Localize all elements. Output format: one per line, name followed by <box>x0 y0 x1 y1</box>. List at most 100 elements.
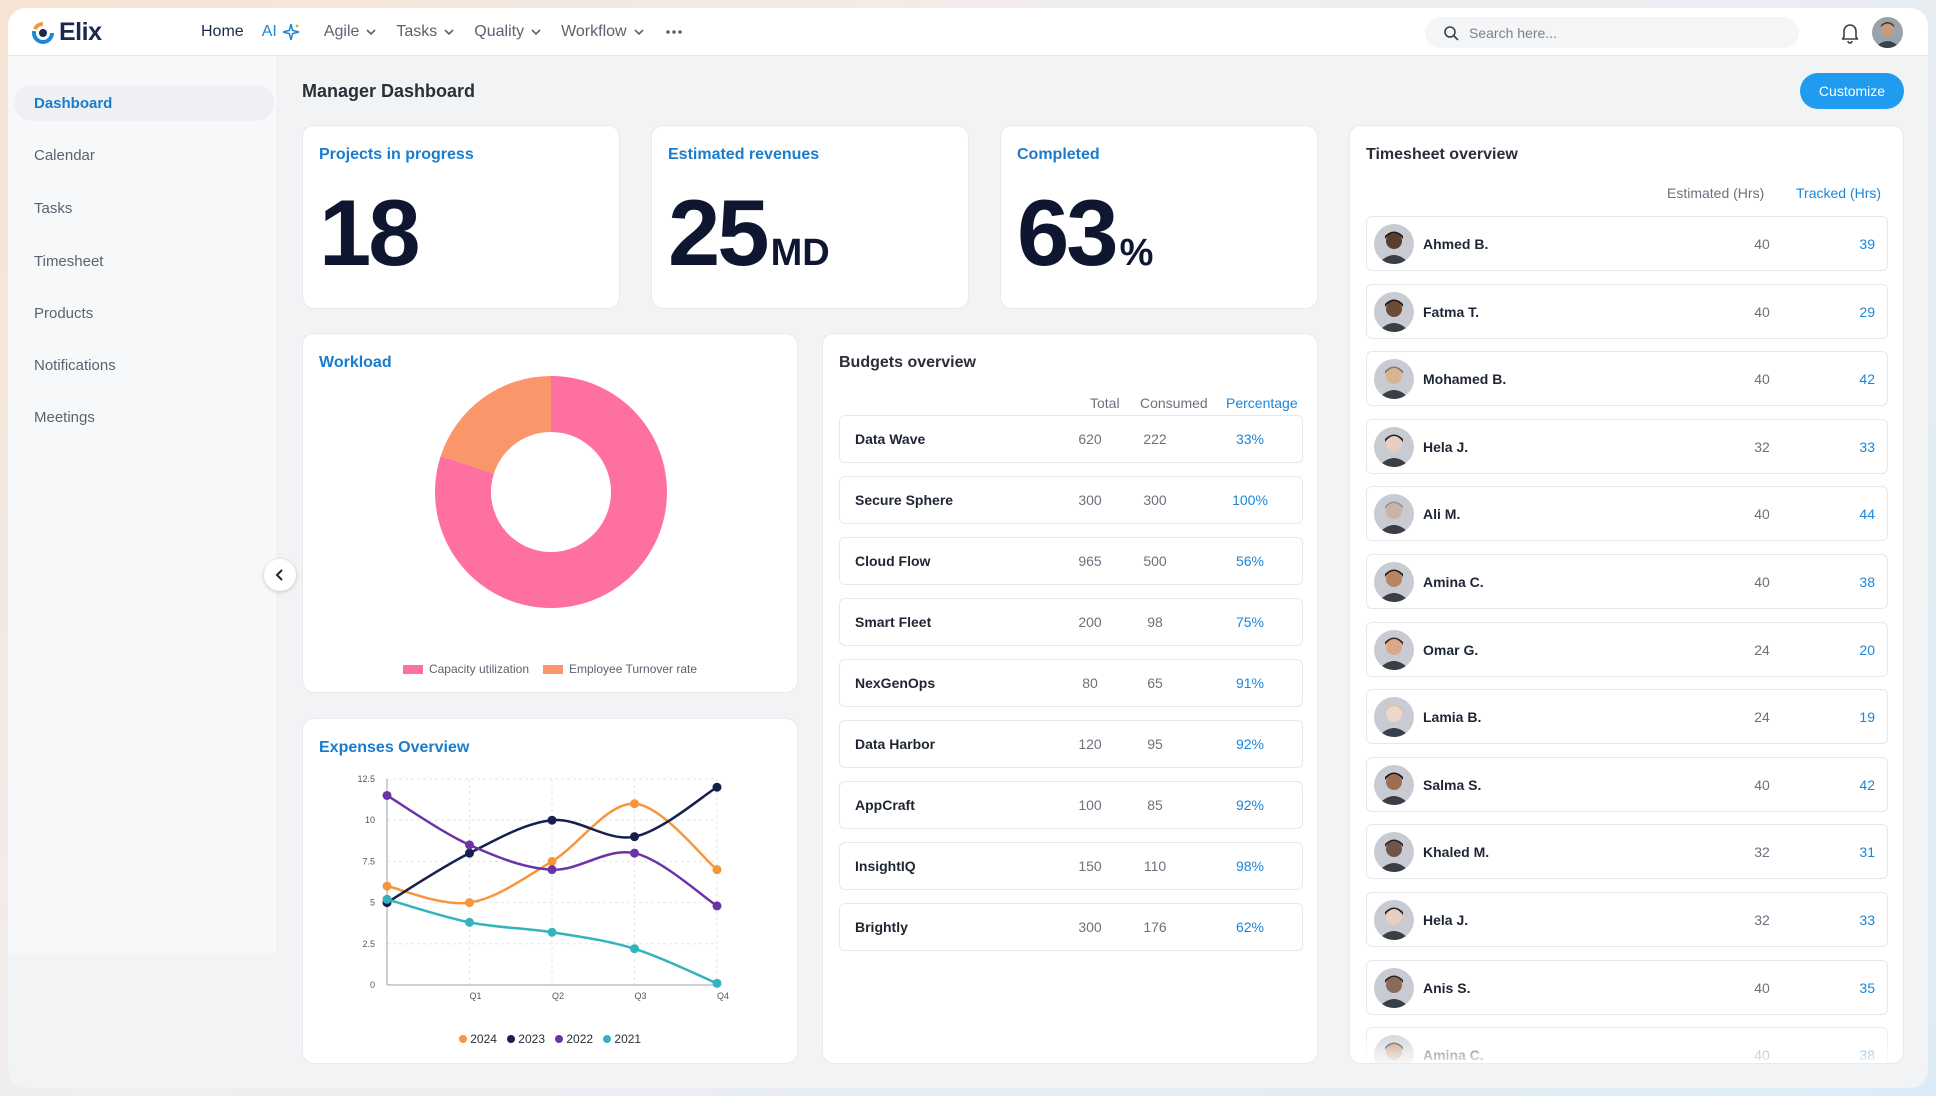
timesheet-row[interactable]: Lamia B. 24 19 <box>1366 689 1888 745</box>
sidebar-item-label: Calendar <box>34 146 95 164</box>
budget-total: 80 <box>1082 675 1098 691</box>
search-input[interactable] <box>1469 24 1769 41</box>
y-tick-label: 10 <box>365 815 375 825</box>
chevron-left-icon <box>275 569 283 581</box>
y-tick-label: 2.5 <box>362 939 375 949</box>
budget-row[interactable]: Cloud Flow 965 500 56% <box>839 537 1303 585</box>
budgets-header-percentage[interactable]: Percentage <box>1226 395 1298 411</box>
budget-percentage: 92% <box>1235 736 1265 752</box>
data-point[interactable] <box>465 840 474 850</box>
budget-row[interactable]: Smart Fleet 200 98 75% <box>839 598 1303 646</box>
data-point[interactable] <box>630 832 639 842</box>
data-point[interactable] <box>465 898 474 908</box>
nav-home[interactable]: Home <box>201 23 244 41</box>
budget-percentage: 92% <box>1235 797 1265 813</box>
budget-row[interactable]: Data Wave 620 222 33% <box>839 415 1303 463</box>
nav-agile-label: Agile <box>323 23 360 40</box>
budget-row[interactable]: Brightly 300 176 62% <box>839 903 1303 951</box>
budget-row[interactable]: Data Harbor 120 95 92% <box>839 720 1303 768</box>
timesheet-row[interactable]: Khaled M. 32 31 <box>1366 824 1888 880</box>
sidebar-item-meetings[interactable]: Meetings <box>14 399 274 435</box>
employee-avatar-image <box>1374 1035 1414 1063</box>
data-point[interactable] <box>712 901 722 911</box>
customize-button[interactable]: Customize <box>1800 73 1904 109</box>
timesheet-row[interactable]: Mohamed B. 40 42 <box>1366 351 1888 407</box>
timesheet-row[interactable]: Omar G. 24 20 <box>1366 621 1888 677</box>
collapse-sidebar-button[interactable] <box>264 559 296 591</box>
nav-quality[interactable]: Quality <box>474 23 543 41</box>
sidebar-item-timesheet[interactable]: Timesheet <box>14 243 274 279</box>
user-avatar-image <box>1872 17 1903 48</box>
expenses-title: Expenses Overview <box>319 739 470 756</box>
data-point[interactable] <box>382 790 392 800</box>
budget-percentage: 98% <box>1235 858 1265 874</box>
donut-slice[interactable] <box>440 376 551 474</box>
sidebar-item-label: Dashboard <box>34 94 113 112</box>
timesheet-row[interactable]: Hela J. 32 33 <box>1366 418 1888 474</box>
sidebar-item-calendar[interactable]: Calendar <box>14 137 274 173</box>
data-point[interactable] <box>630 944 639 954</box>
data-point[interactable] <box>630 799 639 809</box>
budget-row[interactable]: NexGenOps 80 65 91% <box>839 659 1303 707</box>
nav-home-label: Home <box>201 23 244 40</box>
budget-row[interactable]: InsightIQ 150 110 98% <box>839 842 1303 890</box>
sidebar-item-tasks[interactable]: Tasks <box>14 190 274 226</box>
timesheet-row[interactable]: Fatma T. 40 29 <box>1366 283 1888 339</box>
app-logo[interactable]: Elix <box>30 18 102 47</box>
data-point[interactable] <box>630 848 639 858</box>
employee-avatar-image <box>1374 629 1414 670</box>
sidebar-item-label: Products <box>34 304 94 322</box>
more-menu-button[interactable] <box>664 27 684 37</box>
data-point[interactable] <box>547 856 557 866</box>
timesheet-header-tracked[interactable]: Tracked (Hrs) <box>1796 185 1881 201</box>
employee-avatar <box>1374 562 1414 602</box>
user-avatar[interactable] <box>1872 17 1903 48</box>
data-point[interactable] <box>382 894 392 904</box>
timesheet-row[interactable]: Ali M. 40 44 <box>1366 486 1888 542</box>
estimated-hours: 24 <box>1754 641 1770 658</box>
budget-percentage: 91% <box>1235 675 1265 691</box>
estimated-hours: 40 <box>1754 236 1770 252</box>
data-point[interactable] <box>712 978 722 988</box>
timesheet-row[interactable]: Anis S. 40 35 <box>1366 959 1888 1015</box>
data-point[interactable] <box>465 848 474 858</box>
search-box[interactable] <box>1425 17 1799 48</box>
nav-agile[interactable]: Agile <box>324 23 379 41</box>
legend-item-2022: 2022 <box>555 1032 593 1046</box>
data-point[interactable] <box>712 782 722 792</box>
budget-row[interactable]: Secure Sphere 300 300 100% <box>839 476 1303 524</box>
data-point[interactable] <box>547 927 557 937</box>
timesheet-row[interactable]: Ahmed B. 40 39 <box>1366 216 1888 271</box>
sidebar-item-dashboard[interactable]: Dashboard <box>14 85 274 121</box>
tracked-hours: 35 <box>1859 979 1875 996</box>
employee-name: Ali M. <box>1423 506 1461 523</box>
stat-number: 18 <box>319 180 421 285</box>
sidebar-item-products[interactable]: Products <box>14 295 274 331</box>
budget-consumed: 222 <box>1143 431 1167 447</box>
employee-name: Salma S. <box>1423 776 1482 793</box>
tracked-hours: 38 <box>1859 1047 1875 1064</box>
data-point[interactable] <box>547 815 557 825</box>
timesheet-row[interactable]: Amina C. 40 38 <box>1366 554 1888 609</box>
data-point[interactable] <box>382 881 392 891</box>
employee-name: Khaled M. <box>1423 844 1490 861</box>
nav-workflow[interactable]: Workflow <box>561 23 646 41</box>
timesheet-row[interactable]: Amina C. 40 38 <box>1366 1027 1888 1064</box>
sidebar-item-notifications[interactable]: Notifications <box>14 347 274 383</box>
timesheet-row[interactable]: Salma S. 40 42 <box>1366 756 1888 812</box>
data-point[interactable] <box>547 865 557 875</box>
timesheet-row[interactable]: Hela J. 32 33 <box>1366 892 1888 947</box>
data-point[interactable] <box>465 917 474 927</box>
stat-unit: % <box>1119 232 1154 274</box>
budget-row[interactable]: AppCraft 100 85 92% <box>839 781 1303 829</box>
data-point[interactable] <box>712 865 722 875</box>
nav-ai[interactable]: AI <box>262 23 300 41</box>
bell-icon <box>1841 24 1859 44</box>
budget-total: 965 <box>1078 553 1102 569</box>
stat-value: 63% <box>1017 186 1153 280</box>
nav-tasks[interactable]: Tasks <box>396 23 456 41</box>
estimated-hours: 32 <box>1754 844 1770 861</box>
notifications-button[interactable] <box>1840 22 1860 49</box>
employee-avatar-image <box>1374 697 1414 738</box>
budget-percentage: 33% <box>1235 431 1265 447</box>
